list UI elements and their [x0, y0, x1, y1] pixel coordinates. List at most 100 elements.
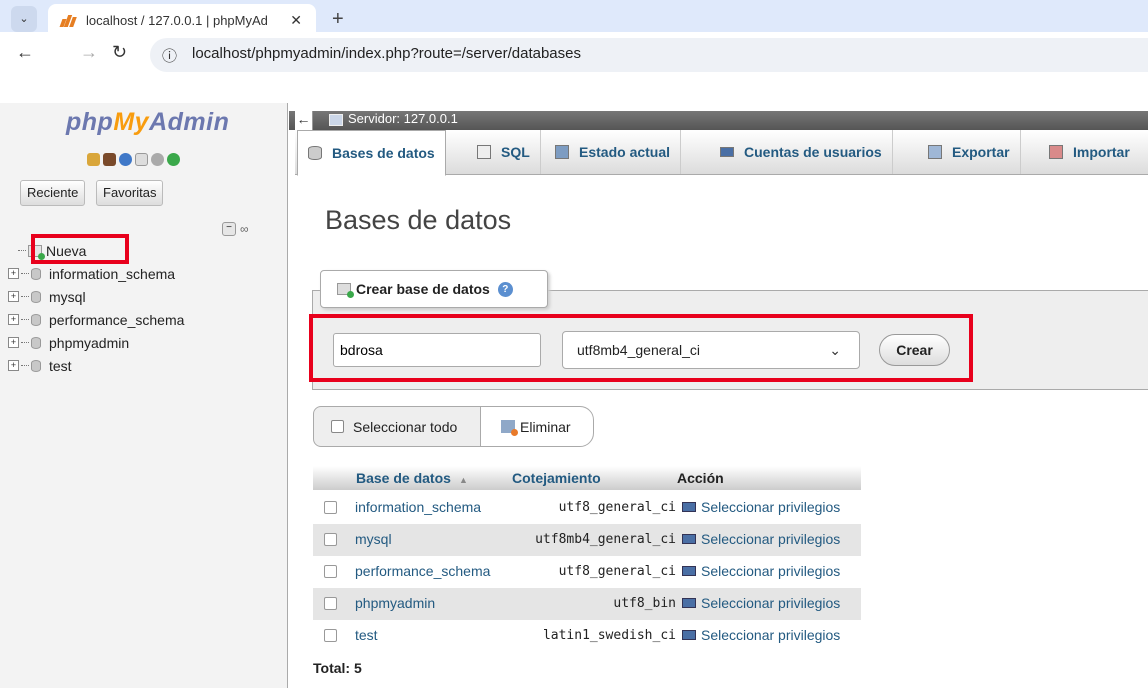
help-icon[interactable]: ?: [497, 281, 513, 297]
column-header-collation[interactable]: Cotejamiento: [512, 470, 601, 486]
database-icon: [31, 290, 41, 303]
expand-icon[interactable]: +: [8, 291, 19, 302]
docs-icon[interactable]: [135, 153, 148, 166]
row-checkbox[interactable]: [324, 597, 337, 610]
privileges-link[interactable]: Seleccionar privilegios: [682, 531, 840, 547]
delete-button[interactable]: Eliminar: [480, 406, 594, 447]
expand-icon[interactable]: +: [8, 337, 19, 348]
sort-ascending-icon: ▲: [458, 475, 468, 485]
tab-export[interactable]: Exportar: [918, 130, 1021, 174]
database-name-link[interactable]: information_schema: [355, 499, 481, 515]
quick-links: [87, 153, 180, 166]
tab-search-chevron-icon[interactable]: ⌄: [11, 6, 37, 32]
users-icon: [720, 147, 734, 157]
tree-item-performance-schema[interactable]: + performance_schema: [8, 308, 184, 331]
tab-sql[interactable]: SQL: [467, 130, 541, 174]
tab-label: Estado actual: [579, 144, 671, 160]
tree-item-mysql[interactable]: + mysql: [8, 285, 184, 308]
total-count: Total: 5: [313, 660, 362, 676]
tab-status[interactable]: Estado actual: [545, 130, 682, 174]
row-checkbox[interactable]: [324, 629, 337, 642]
new-tab-icon[interactable]: +: [332, 8, 344, 31]
tree-item-label: information_schema: [49, 265, 176, 282]
tab-import[interactable]: Importar: [1039, 130, 1140, 174]
favorites-button[interactable]: Favoritas: [96, 180, 164, 206]
expand-icon[interactable]: +: [8, 314, 19, 325]
table-row: performance_schema utf8_general_ci Selec…: [313, 556, 861, 588]
privileges-link[interactable]: Seleccionar privilegios: [682, 627, 840, 643]
help-icon[interactable]: [119, 153, 132, 166]
privileges-link[interactable]: Seleccionar privilegios: [682, 563, 840, 579]
phpmyadmin-logo[interactable]: phpMyAdmin: [66, 108, 229, 137]
privileges-icon: [682, 630, 696, 640]
phpmyadmin-favicon-icon: [59, 13, 78, 27]
logout-icon[interactable]: [103, 153, 116, 166]
action-label: Seleccionar privilegios: [701, 595, 841, 611]
collation-value: utf8mb4_general_ci: [535, 532, 676, 547]
column-header-action: Acción: [677, 470, 724, 486]
tree-connector: [21, 273, 29, 274]
site-info-icon[interactable]: ⓘ: [162, 45, 182, 65]
tab-databases[interactable]: Bases de datos: [297, 130, 446, 176]
tab-user-accounts[interactable]: Cuentas de usuarios: [710, 130, 893, 174]
reload-navigation-icon[interactable]: [167, 153, 180, 166]
tree-item-label: test: [49, 357, 72, 374]
recent-button[interactable]: Reciente: [20, 180, 86, 206]
collation-value: utf8_general_ci: [558, 564, 676, 579]
tree-item-phpmyadmin[interactable]: + phpmyadmin: [8, 331, 184, 354]
privileges-icon: [682, 534, 696, 544]
tree-connector: [21, 342, 29, 343]
server-breadcrumb[interactable]: Servidor: 127.0.0.1: [348, 111, 458, 126]
privileges-link[interactable]: Seleccionar privilegios: [682, 499, 840, 515]
tree-connector: [18, 250, 26, 251]
create-database-legend: Crear base de datos ?: [320, 270, 548, 308]
tree-item-information-schema[interactable]: + information_schema: [8, 262, 184, 285]
settings-gear-icon[interactable]: [151, 153, 164, 166]
row-checkbox[interactable]: [324, 533, 337, 546]
forward-arrow-icon[interactable]: →: [80, 42, 98, 63]
database-name-link[interactable]: mysql: [355, 531, 392, 547]
row-checkbox[interactable]: [324, 565, 337, 578]
table-row: information_schema utf8_general_ci Selec…: [313, 492, 861, 524]
database-icon: [31, 267, 41, 280]
url-text[interactable]: localhost/phpmyadmin/index.php?route=/se…: [192, 45, 581, 62]
action-label: Seleccionar privilegios: [701, 563, 841, 579]
select-all-checkbox[interactable]: [331, 420, 344, 433]
logo-php: php: [66, 108, 114, 136]
server-icon: [329, 114, 343, 126]
tree-item-test[interactable]: + test: [8, 354, 184, 377]
page-title: Bases de datos: [325, 205, 512, 235]
table-row: mysql utf8mb4_general_ci Seleccionar pri…: [313, 524, 861, 556]
database-icon: [31, 359, 41, 372]
reload-icon[interactable]: ↻: [112, 42, 127, 63]
collapse-all-icon[interactable]: −: [222, 222, 236, 236]
tab-title: localhost / 127.0.0.1 | phpMyAd: [86, 12, 268, 28]
column-header-database[interactable]: Base de datos ▲: [356, 470, 468, 486]
database-name-link[interactable]: performance_schema: [355, 563, 490, 579]
database-name-link[interactable]: test: [355, 627, 378, 643]
database-name-link[interactable]: phpmyadmin: [355, 595, 435, 611]
link-with-main-panel-icon[interactable]: ∞: [240, 222, 249, 236]
tab-label: Cuentas de usuarios: [744, 144, 882, 160]
select-all-control[interactable]: Seleccionar todo: [313, 406, 481, 447]
close-tab-icon[interactable]: ✕: [290, 12, 302, 29]
expand-icon[interactable]: +: [8, 360, 19, 371]
status-icon: [555, 145, 569, 159]
database-icon: [308, 146, 322, 160]
header-label: Base de datos: [356, 470, 451, 486]
row-checkbox[interactable]: [324, 501, 337, 514]
logo-admin: Admin: [149, 108, 230, 136]
tree-connector: [21, 296, 29, 297]
tree-connector: [21, 365, 29, 366]
sql-icon: [477, 145, 491, 159]
collapse-navigation-arrow-icon[interactable]: ←: [295, 111, 313, 130]
expand-icon[interactable]: +: [8, 268, 19, 279]
import-icon: [1049, 145, 1063, 159]
delete-label: Eliminar: [520, 418, 571, 435]
select-all-label: Seleccionar todo: [353, 418, 458, 435]
highlight-box-create-form: [309, 314, 973, 382]
home-icon[interactable]: [87, 153, 100, 166]
privileges-link[interactable]: Seleccionar privilegios: [682, 595, 840, 611]
back-arrow-icon[interactable]: ←: [16, 42, 34, 63]
collation-value: utf8_bin: [613, 596, 676, 611]
